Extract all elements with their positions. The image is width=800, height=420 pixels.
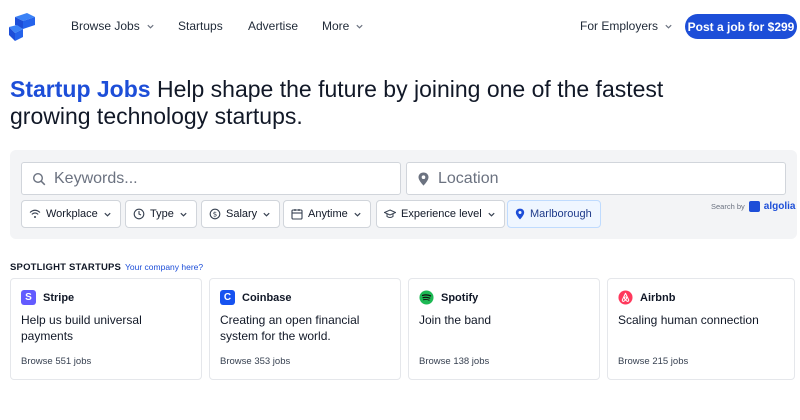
location-placeholder: Location <box>438 169 499 187</box>
filter-experience-level-label: Experience level <box>401 208 482 220</box>
nav-more-label: More <box>322 19 350 33</box>
nav-advertise[interactable]: Advertise <box>248 19 298 33</box>
card-tagline: Join the band <box>419 313 492 327</box>
search-panel: Keywords... Location Workplace Type $ Sa… <box>10 150 797 239</box>
spotify-logo-icon <box>419 290 434 305</box>
spotlight-card-coinbase[interactable]: C Coinbase Creating an open financial sy… <box>209 278 401 380</box>
keywords-input[interactable]: Keywords... <box>21 162 401 195</box>
spotlight-card-airbnb[interactable]: Airbnb Scaling human connection Browse 2… <box>607 278 795 380</box>
nav-startups-label: Startups <box>178 19 223 33</box>
search-by-algolia[interactable]: Search by algolia <box>711 201 795 212</box>
svg-text:$: $ <box>213 211 217 219</box>
nav-startups[interactable]: Startups <box>178 19 223 33</box>
top-nav: Browse Jobs Startups Advertise More For … <box>0 0 800 52</box>
dollar-icon: $ <box>209 208 221 220</box>
chevron-down-icon <box>354 212 361 217</box>
filter-type[interactable]: Type <box>125 200 197 228</box>
filter-salary-label: Salary <box>226 208 258 220</box>
keywords-placeholder: Keywords... <box>54 169 138 187</box>
search-icon <box>32 172 46 185</box>
search-by-label: Search by <box>711 202 745 211</box>
spotlight-card-stripe[interactable]: S Stripe Help us build universal payment… <box>10 278 202 380</box>
map-pin-icon <box>418 172 429 185</box>
card-header: S Stripe <box>21 290 74 305</box>
location-chip-marlborough[interactable]: Marlborough <box>507 200 601 228</box>
chevron-down-icon <box>180 212 187 217</box>
filter-workplace-label: Workplace <box>46 208 98 220</box>
card-header: C Coinbase <box>220 290 292 305</box>
hero-brand: Startup Jobs <box>10 76 151 102</box>
coinbase-logo-icon: C <box>220 290 235 305</box>
chevron-down-icon <box>665 24 672 29</box>
calendar-icon <box>291 209 303 220</box>
filter-anytime-label: Anytime <box>308 208 348 220</box>
map-pin-icon <box>515 208 525 220</box>
spotlight-title: SPOTLIGHT STARTUPS <box>10 262 122 273</box>
stripe-logo-icon: S <box>21 290 36 305</box>
card-browse-jobs[interactable]: Browse 551 jobs <box>21 356 91 367</box>
hero-heading: Startup Jobs Help shape the future by jo… <box>10 76 690 130</box>
nav-browse-jobs-label: Browse Jobs <box>71 19 140 33</box>
site-logo-icon[interactable] <box>9 13 37 41</box>
card-header: Spotify <box>419 290 478 305</box>
chevron-down-icon <box>488 212 495 217</box>
chevron-down-icon <box>263 212 270 217</box>
graduation-cap-icon <box>384 209 396 218</box>
airbnb-logo-icon <box>618 290 633 305</box>
algolia-logo-icon <box>748 201 760 212</box>
filter-anytime[interactable]: Anytime <box>283 200 371 228</box>
location-input[interactable]: Location <box>406 162 786 195</box>
card-tagline: Help us build universal payments <box>21 313 142 343</box>
card-company-name: Airbnb <box>640 291 676 304</box>
card-company-name: Stripe <box>43 291 75 304</box>
nav-for-employers[interactable]: For Employers <box>580 19 673 33</box>
nav-more[interactable]: More <box>322 19 364 33</box>
chevron-down-icon <box>147 24 154 29</box>
algolia-brand: algolia <box>763 201 796 212</box>
filter-type-label: Type <box>150 208 174 220</box>
card-header: Airbnb <box>618 290 675 305</box>
post-job-button[interactable]: Post a job for $299 <box>685 14 797 39</box>
location-chip-label: Marlborough <box>530 208 592 220</box>
spotlight-card-spotify[interactable]: Spotify Join the band Browse 138 jobs <box>408 278 600 380</box>
chevron-down-icon <box>356 24 363 29</box>
card-tagline: Scaling human connection <box>618 313 759 327</box>
filter-workplace[interactable]: Workplace <box>21 200 121 228</box>
nav-browse-jobs[interactable]: Browse Jobs <box>71 19 155 33</box>
nav-for-employers-label: For Employers <box>580 19 659 33</box>
card-browse-jobs[interactable]: Browse 353 jobs <box>220 356 290 367</box>
filter-experience-level[interactable]: Experience level <box>376 200 505 228</box>
chevron-down-icon <box>104 212 111 217</box>
card-browse-jobs[interactable]: Browse 215 jobs <box>618 356 688 367</box>
card-company-name: Spotify <box>441 291 479 304</box>
card-browse-jobs[interactable]: Browse 138 jobs <box>419 356 489 367</box>
clock-icon <box>133 208 145 220</box>
card-tagline: Creating an open financial system for th… <box>220 313 360 343</box>
card-company-name: Coinbase <box>242 291 292 304</box>
wifi-icon <box>29 209 41 218</box>
nav-advertise-label: Advertise <box>248 19 299 33</box>
filter-salary[interactable]: $ Salary <box>201 200 281 228</box>
your-company-link[interactable]: Your company here? <box>125 262 203 272</box>
